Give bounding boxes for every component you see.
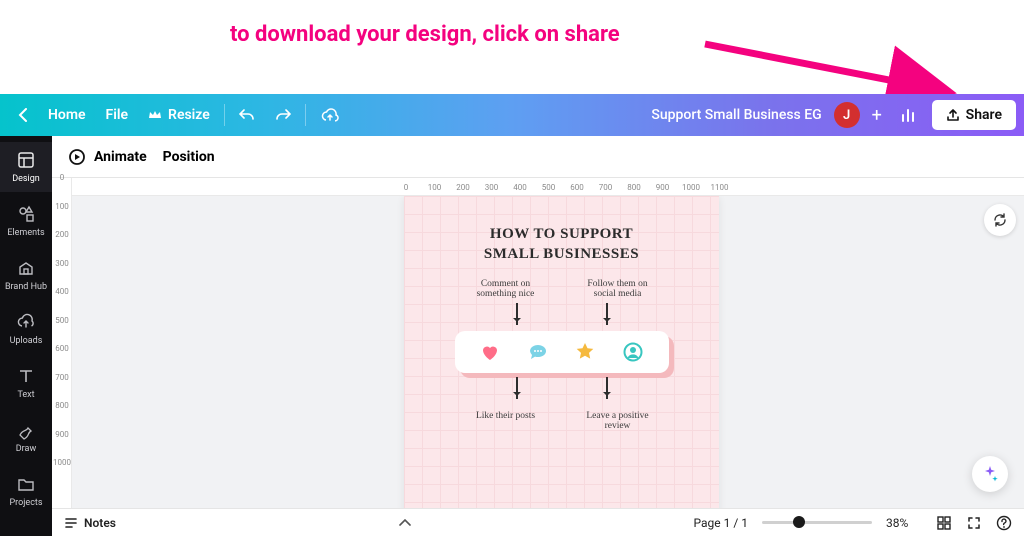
share-button[interactable]: Share bbox=[932, 100, 1016, 130]
animate-icon bbox=[68, 148, 86, 166]
icon-bar bbox=[455, 331, 669, 373]
rail-draw[interactable]: Draw bbox=[0, 412, 52, 462]
ruler-tick: 600 bbox=[52, 344, 72, 353]
home-button[interactable]: Home bbox=[38, 101, 96, 129]
rail-design[interactable]: Design bbox=[0, 142, 52, 192]
resize-button[interactable]: Resize bbox=[138, 101, 220, 129]
notes-button[interactable]: Notes bbox=[64, 516, 116, 530]
document-title[interactable]: Support Small Business EG bbox=[651, 107, 821, 123]
connector-arrow bbox=[606, 377, 608, 399]
ruler-tick: 900 bbox=[653, 178, 673, 196]
position-button[interactable]: Position bbox=[163, 149, 215, 165]
ruler-tick: 700 bbox=[596, 178, 616, 196]
annotation-text: to download your design, click on share bbox=[230, 22, 620, 47]
chat-icon bbox=[527, 341, 549, 363]
help-button[interactable] bbox=[996, 515, 1012, 531]
app-topbar: Home File Resize Support Small Business … bbox=[0, 94, 1024, 136]
separator bbox=[305, 104, 306, 126]
ruler-tick: 200 bbox=[52, 230, 72, 239]
ruler-tick: 400 bbox=[52, 287, 72, 296]
tip-like: Like their posts bbox=[471, 411, 541, 431]
design-page[interactable]: HOW TO SUPPORT SMALL BUSINESSES Comment … bbox=[404, 196, 719, 508]
ruler-tick: 1100 bbox=[710, 178, 730, 196]
insights-button[interactable] bbox=[900, 106, 918, 124]
ruler-tick: 600 bbox=[567, 178, 587, 196]
undo-button[interactable] bbox=[229, 102, 265, 128]
ruler-tick: 300 bbox=[482, 178, 502, 196]
zoom-slider[interactable] bbox=[762, 521, 872, 524]
connector-arrow bbox=[606, 303, 608, 325]
ruler-tick: 0 bbox=[396, 178, 416, 196]
vertical-ruler: 01002003004005006007008009001000 bbox=[52, 178, 72, 508]
context-toolbar: Animate Position bbox=[52, 136, 1024, 178]
refresh-icon bbox=[992, 212, 1008, 228]
sparkle-icon bbox=[980, 464, 1000, 484]
magic-button[interactable] bbox=[972, 456, 1008, 492]
ruler-tick: 900 bbox=[52, 430, 72, 439]
notes-icon bbox=[64, 516, 78, 530]
page-refresh-button[interactable] bbox=[984, 204, 1016, 236]
star-icon bbox=[574, 341, 596, 363]
rail-brandhub[interactable]: Brand Hub bbox=[0, 250, 52, 300]
grid-view-button[interactable] bbox=[936, 515, 952, 531]
zoom-value[interactable]: 38% bbox=[886, 516, 922, 530]
ruler-tick: 100 bbox=[52, 202, 72, 211]
page-indicator[interactable]: Page 1 / 1 bbox=[693, 516, 748, 530]
back-button[interactable] bbox=[8, 102, 38, 128]
bottom-bar: Notes Page 1 / 1 38% bbox=[52, 508, 1024, 536]
fullscreen-button[interactable] bbox=[966, 515, 982, 531]
crown-icon bbox=[148, 108, 162, 122]
pages-caret[interactable] bbox=[399, 519, 411, 527]
ruler-tick: 100 bbox=[425, 178, 445, 196]
add-collaborator-button[interactable]: + bbox=[866, 105, 888, 126]
ruler-tick: 0 bbox=[52, 173, 72, 182]
design-title: HOW TO SUPPORT SMALL BUSINESSES bbox=[404, 224, 719, 265]
rail-text[interactable]: Text bbox=[0, 358, 52, 408]
rail-elements[interactable]: Elements bbox=[0, 196, 52, 246]
ruler-tick: 700 bbox=[52, 373, 72, 382]
connector-arrow bbox=[516, 303, 518, 325]
ruler-tick: 200 bbox=[453, 178, 473, 196]
ruler-tick: 500 bbox=[539, 178, 559, 196]
avatar[interactable]: J bbox=[834, 102, 860, 128]
redo-button[interactable] bbox=[265, 102, 301, 128]
rail-projects[interactable]: Projects bbox=[0, 466, 52, 516]
animate-button[interactable]: Animate bbox=[68, 148, 147, 166]
file-menu[interactable]: File bbox=[96, 101, 139, 129]
ruler-tick: 500 bbox=[52, 316, 72, 325]
heart-icon bbox=[479, 341, 501, 363]
ruler-tick: 1000 bbox=[681, 178, 701, 196]
rail-uploads[interactable]: Uploads bbox=[0, 304, 52, 354]
zoom-thumb[interactable] bbox=[793, 516, 805, 528]
left-rail: Design Elements Brand Hub Uploads Text D… bbox=[0, 136, 52, 536]
upload-icon bbox=[946, 108, 960, 122]
tip-review: Leave a positive review bbox=[583, 411, 653, 431]
tip-follow: Follow them on social media bbox=[583, 279, 653, 299]
ruler-tick: 1000 bbox=[52, 458, 72, 467]
ruler-tick: 400 bbox=[510, 178, 530, 196]
horizontal-ruler: 0 100 200 300 400 500 600 700 800 900 1000 1100 bbox=[72, 178, 1024, 196]
ruler-tick: 800 bbox=[624, 178, 644, 196]
ruler-tick: 300 bbox=[52, 259, 72, 268]
ruler-tick: 800 bbox=[52, 401, 72, 410]
tip-comment: Comment on something nice bbox=[471, 279, 541, 299]
cloud-sync-icon[interactable] bbox=[310, 102, 350, 128]
connector-arrow bbox=[516, 377, 518, 399]
separator bbox=[224, 104, 225, 126]
canvas[interactable]: HOW TO SUPPORT SMALL BUSINESSES Comment … bbox=[72, 196, 1024, 508]
profile-icon bbox=[622, 341, 644, 363]
